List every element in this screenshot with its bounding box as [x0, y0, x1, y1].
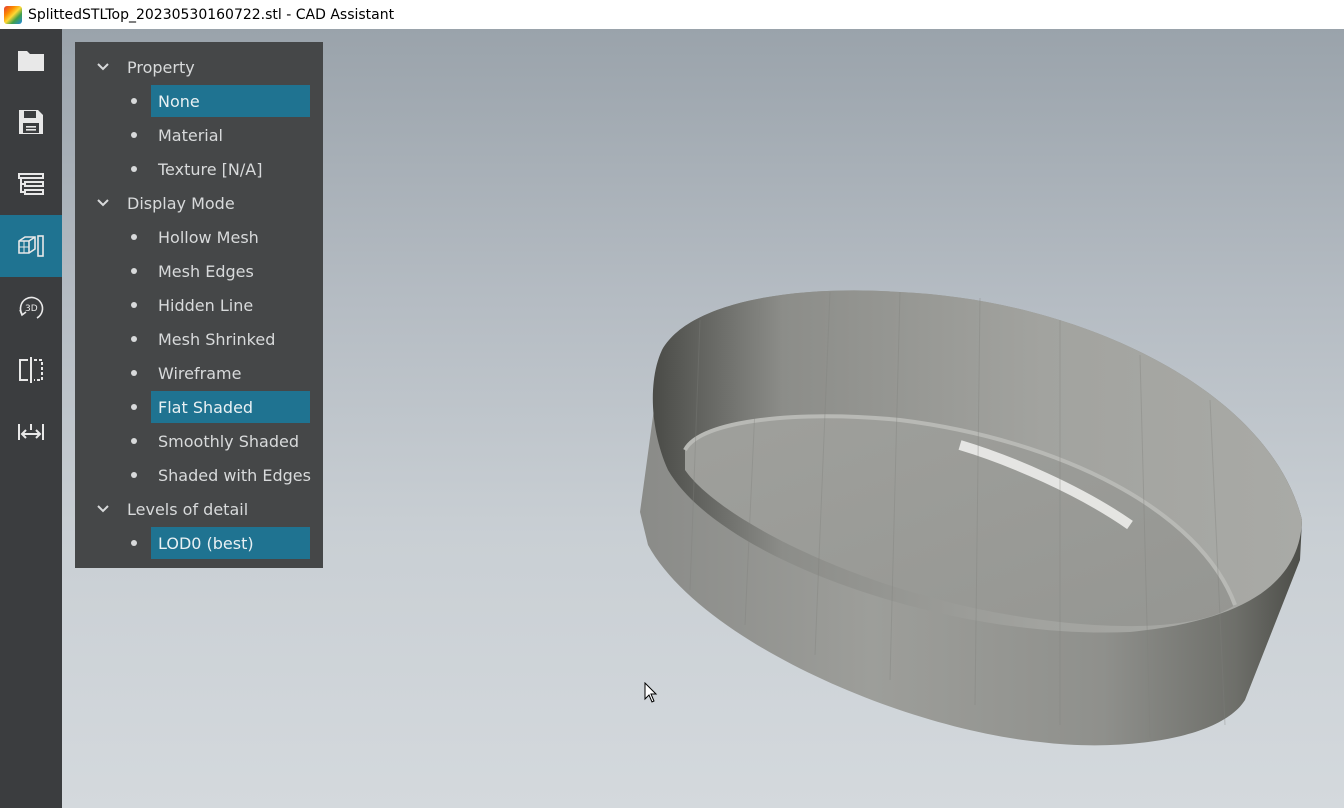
- bullet-icon: [131, 540, 137, 546]
- bullet-icon: [131, 234, 137, 240]
- left-toolbar: 3D: [0, 29, 62, 808]
- save-icon: [19, 110, 43, 134]
- section-property[interactable]: Property: [75, 50, 323, 84]
- section-label: Property: [127, 57, 195, 77]
- option-label: Hidden Line: [158, 295, 254, 315]
- display-mode-icon: [18, 235, 44, 257]
- bullet-icon: [131, 98, 137, 104]
- section-plane-icon: [19, 357, 43, 383]
- bullet-icon: [131, 336, 137, 342]
- option-hidden-line[interactable]: Hidden Line: [75, 288, 323, 322]
- bullet-icon: [131, 472, 137, 478]
- display-mode-button[interactable]: [0, 215, 62, 277]
- svg-text:3D: 3D: [25, 304, 38, 314]
- option-shaded-with-edges[interactable]: Shaded with Edges: [75, 458, 323, 492]
- section-label: Display Mode: [127, 193, 235, 213]
- model-tree-button[interactable]: [0, 153, 62, 215]
- bullet-icon: [131, 132, 137, 138]
- 3d-view-button[interactable]: 3D: [0, 277, 62, 339]
- option-label: Shaded with Edges: [158, 465, 311, 485]
- app-logo-icon: [4, 5, 22, 24]
- bullet-icon: [131, 370, 137, 376]
- bullet-icon: [131, 438, 137, 444]
- option-mesh-edges[interactable]: Mesh Edges: [75, 254, 323, 288]
- title-bar: SplittedSTLTop_20230530160722.stl - CAD …: [0, 0, 1344, 29]
- section-button[interactable]: [0, 339, 62, 401]
- folder-icon: [18, 51, 44, 71]
- option-material[interactable]: Material: [75, 118, 323, 152]
- measure-icon: [18, 424, 44, 440]
- measure-button[interactable]: [0, 401, 62, 463]
- section-levels-of-detail[interactable]: Levels of detail: [75, 492, 323, 526]
- option-label: Hollow Mesh: [158, 227, 259, 247]
- bullet-icon: [131, 268, 137, 274]
- option-label: Smoothly Shaded: [158, 431, 299, 451]
- option-label: Mesh Shrinked: [158, 329, 276, 349]
- option-label: Wireframe: [158, 363, 242, 383]
- option-label: Flat Shaded: [151, 391, 310, 423]
- option-wireframe[interactable]: Wireframe: [75, 356, 323, 390]
- section-label: Levels of detail: [127, 499, 249, 519]
- bullet-icon: [131, 166, 137, 172]
- option-texture[interactable]: Texture [N/A]: [75, 152, 323, 186]
- option-mesh-shrinked[interactable]: Mesh Shrinked: [75, 322, 323, 356]
- mouse-cursor-icon: [644, 682, 658, 703]
- chevron-down-icon: [97, 505, 109, 513]
- option-label: Texture [N/A]: [158, 159, 263, 179]
- option-hollow-mesh[interactable]: Hollow Mesh: [75, 220, 323, 254]
- option-label: LOD0 (best): [151, 527, 310, 559]
- bullet-icon: [131, 404, 137, 410]
- chevron-down-icon: [97, 199, 109, 207]
- option-label: None: [151, 85, 310, 117]
- window-title: SplittedSTLTop_20230530160722.stl - CAD …: [28, 6, 395, 23]
- option-smoothly-shaded[interactable]: Smoothly Shaded: [75, 424, 323, 458]
- chevron-down-icon: [97, 63, 109, 71]
- display-options-panel: Property None Material Texture [N/A] Dis…: [75, 42, 323, 568]
- 3d-rotate-icon: 3D: [19, 296, 44, 319]
- option-none[interactable]: None: [75, 84, 323, 118]
- section-display-mode[interactable]: Display Mode: [75, 186, 323, 220]
- option-lod0[interactable]: LOD0 (best): [75, 526, 323, 560]
- model-tree-icon: [18, 173, 44, 195]
- save-button[interactable]: [0, 91, 62, 153]
- bullet-icon: [131, 302, 137, 308]
- option-flat-shaded[interactable]: Flat Shaded: [75, 390, 323, 424]
- open-file-button[interactable]: [0, 29, 62, 91]
- option-label: Mesh Edges: [158, 261, 254, 281]
- option-label: Material: [158, 125, 223, 145]
